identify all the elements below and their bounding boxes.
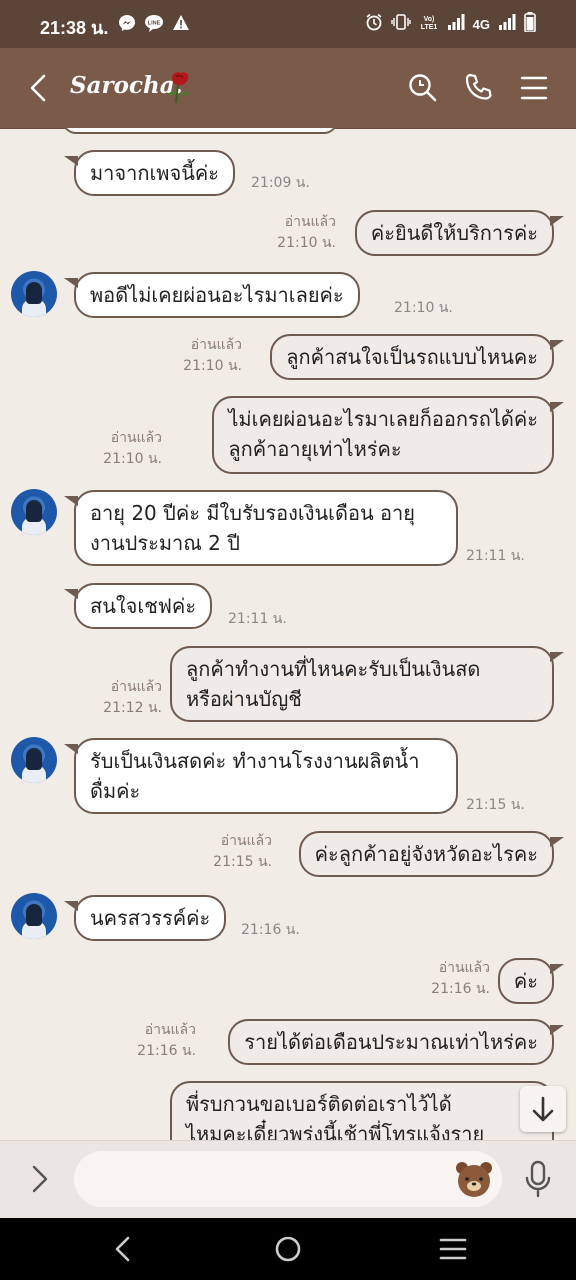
arrow-down-icon [532,1096,554,1122]
message-bubble[interactable]: สนใจเชฟค่ะ [63,583,213,629]
message-bubble-cut [62,128,338,134]
avatar[interactable] [11,271,57,317]
scroll-to-bottom-button[interactable] [520,1086,566,1132]
svg-text:LTE1: LTE1 [420,24,437,31]
message-time: 21:11 น. [466,548,525,564]
expand-button[interactable] [28,1163,54,1199]
network-type: 4G [472,16,490,32]
message-time: 21:10 น. [103,451,162,467]
message-bubble[interactable]: ลูกค้าทำงานที่ไหนคะรับเป็นเงินสด หรือผ่า… [170,646,564,722]
volte-icon: Vo) LTE1 [419,13,439,35]
message-bubble[interactable]: อายุ 20 ปีค่ะ มีใบรับรองเงินเดือน อายุ ง… [64,490,458,566]
message-bubble[interactable]: พี่รบกวนขอเบอร์ติดต่อเราไว้ได้ ไหมคะเดี๋… [170,1081,564,1140]
chat-area[interactable]: มาจากเพจนี้ค่ะ 21:09 น. อ่านแล้ว 21:10 น… [0,128,576,1140]
signal-icon-2 [498,14,516,34]
back-icon [115,1236,130,1262]
alarm-icon [365,13,383,35]
system-nav-bar [0,1218,576,1280]
message-time: 21:12 น. [103,700,162,716]
home-icon [275,1236,301,1262]
message-bubble[interactable]: ค่ะยินดีให้บริการค่ะ [354,210,565,256]
microphone-icon [525,1160,551,1198]
warning-icon [172,14,190,36]
chevron-left-icon [30,74,46,102]
search-icon [409,74,437,102]
message-time: 21:10 น. [394,300,453,316]
message-composer [0,1140,576,1219]
vibrate-icon [390,13,411,35]
avatar[interactable] [11,489,57,535]
search-button[interactable] [408,72,438,108]
brown-bear-sticker-icon [456,1162,492,1197]
back-button[interactable] [24,72,56,104]
message-time: 21:16 น. [137,1043,196,1059]
voice-button[interactable] [522,1159,554,1203]
message-bubble[interactable]: รายได้ต่อเดือนประมาณเท่าไหร่คะ [228,1019,564,1065]
message-time: 21:10 น. [277,235,336,251]
status-bar: 21:38 น. LINE Vo) LTE1 4G [0,0,576,48]
message-bubble[interactable]: ค่ะ [497,958,565,1004]
battery-icon [524,12,536,36]
message-bubble[interactable]: ไม่เคยผ่อนอะไรมาเลยก็ออกรถได้ค่ะ ลูกค้าอ… [212,396,564,474]
signal-icon [447,14,465,34]
hamburger-icon [520,76,548,100]
message-bubble[interactable]: มาจากเพจนี้ค่ะ [63,150,236,196]
svg-text:LINE: LINE [148,21,161,27]
message-time: 21:15 น. [213,854,272,870]
nav-home-button[interactable] [273,1234,303,1268]
nav-back-button[interactable] [110,1234,138,1268]
message-input[interactable] [74,1151,502,1207]
message-time: 21:16 น. [431,981,490,997]
nav-recents-button[interactable] [438,1234,468,1268]
avatar[interactable] [11,893,57,939]
message-bubble[interactable]: นครสวรรค์ค่ะ [63,895,227,941]
rose-icon [166,70,194,108]
read-receipt: อ่านแล้ว [438,960,490,976]
read-receipt: อ่านแล้ว [190,337,242,353]
chat-header: Sarocha. [0,48,576,129]
message-bubble[interactable]: รับเป็นเงินสดค่ะ ทำงานโรงงานผลิตน้ำ ดื่ม… [64,738,458,814]
message-time: 21:11 น. [228,611,287,627]
read-receipt: อ่านแล้ว [220,833,272,849]
line-app-icon: LINE [144,14,164,36]
message-time: 21:10 น. [183,358,242,374]
read-receipt: อ่านแล้ว [144,1022,196,1038]
menu-button[interactable] [520,72,548,108]
message-time: 21:15 น. [466,797,525,813]
messenger-icon [118,14,136,36]
read-receipt: อ่านแล้ว [110,679,162,695]
sticker-button[interactable] [454,1159,494,1199]
read-receipt: อ่านแล้ว [110,430,162,446]
message-bubble[interactable]: พอดีไม่เคยผ่อนอะไรมาเลยค่ะ [64,272,360,318]
message-time: 21:16 น. [241,922,300,938]
message-bubble[interactable]: ค่ะลูกค้าอยู่จังหวัดอะไรคะ [298,831,565,877]
message-time: 21:09 น. [251,175,310,191]
status-time: 21:38 น. [40,18,109,38]
call-button[interactable] [464,72,494,108]
svg-text:Vo): Vo) [423,16,434,23]
avatar[interactable] [11,737,57,783]
message-bubble[interactable]: ลูกค้าสนใจเป็นรถแบบไหนคะ [270,334,564,380]
chevron-right-icon [32,1165,48,1193]
read-receipt: อ่านแล้ว [284,214,336,230]
phone-icon [465,73,492,100]
recents-icon [439,1238,467,1260]
